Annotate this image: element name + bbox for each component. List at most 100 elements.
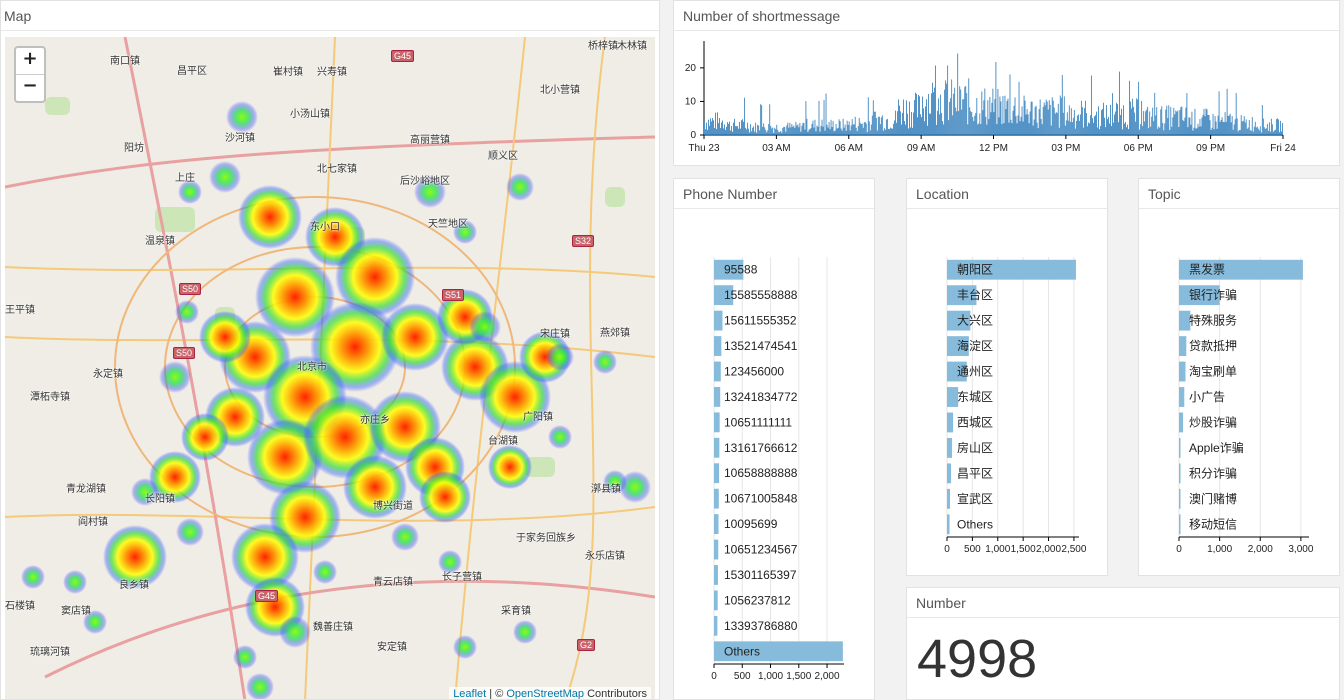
timeline-panel: Number of shortmessage 0 10 20 Thu 23 03 AM 0…: [673, 0, 1340, 166]
timeline-bar: [1064, 125, 1066, 135]
timeline-bar: [1150, 126, 1152, 135]
bar: [947, 412, 954, 433]
timeline-bar: [851, 119, 853, 135]
timeline-bar: [920, 114, 921, 135]
timeline-bar: [1208, 115, 1210, 135]
location-chart[interactable]: 0 500 1,000 1,500 2,000 2,500 朝阳区丰台区大兴区海淀区通州区东…: [907, 209, 1108, 576]
timeline-bar: [967, 124, 969, 135]
timeline-bar: [1117, 104, 1118, 135]
bar: [1179, 361, 1186, 382]
bar-label: 小广告: [1189, 390, 1225, 404]
bar-label: 大兴区: [957, 314, 993, 328]
bar-label: 1056237812: [724, 593, 791, 607]
timeline-bar: [1164, 123, 1166, 135]
timeline-bar: [712, 118, 713, 135]
timeline-bar: [1014, 97, 1016, 135]
timeline-bar: [1022, 121, 1024, 135]
timeline-bar: [1070, 108, 1072, 135]
timeline-bar: [1132, 98, 1134, 135]
timeline-bar: [1059, 95, 1061, 135]
leaflet-link[interactable]: Leaflet: [453, 688, 486, 699]
timeline-bar: [1157, 128, 1159, 135]
timeline-chart[interactable]: 0 10 20 Thu 23 03 AM 06 AM 09 AM 12 PM 03 PM 06 P…: [674, 31, 1340, 166]
timeline-bar: [1244, 122, 1246, 135]
timeline-bar: [1260, 132, 1262, 135]
bar-label: 银行诈骗: [1189, 287, 1237, 302]
timeline-bar: [704, 121, 705, 135]
timeline-bar: [1218, 91, 1220, 135]
timeline-bar: [1277, 119, 1279, 135]
place-label: 长阳镇: [145, 494, 175, 505]
timeline-bar: [1086, 126, 1088, 135]
timeline-bar: [1252, 131, 1254, 135]
timeline-bar: [982, 110, 984, 135]
timeline-bar: [1265, 128, 1267, 135]
heat-spot: [419, 471, 471, 523]
heat-spot: [546, 343, 574, 371]
timeline-bar: [918, 94, 919, 135]
timeline-bar: [835, 124, 837, 135]
timeline-bar: [760, 104, 762, 135]
heatmap-map[interactable]: + − Leaflet | © OpenStreetMap Contributo…: [5, 37, 655, 699]
timeline-bar: [955, 107, 957, 135]
timeline-bar: [844, 124, 846, 135]
timeline-bar: [1153, 121, 1155, 135]
place-label: 长子营镇: [442, 572, 482, 583]
timeline-bar: [1108, 116, 1109, 135]
timeline-bar: [868, 121, 870, 135]
place-label: 天竺地区: [428, 219, 468, 230]
timeline-bar: [899, 105, 900, 135]
timeline-bar: [1154, 92, 1156, 135]
timeline-bar: [757, 124, 759, 135]
timeline-bar: [871, 115, 873, 135]
timeline-bar: [956, 111, 958, 135]
x-tick-label: 09 PM: [1196, 143, 1225, 154]
x-tick-label: 06 AM: [835, 143, 863, 154]
timeline-bar: [734, 118, 735, 135]
timeline-bar: [991, 102, 993, 135]
timeline-bar: [892, 123, 894, 135]
timeline-bar: [1003, 123, 1005, 135]
timeline-bar: [968, 78, 970, 135]
timeline-bar: [1126, 127, 1127, 135]
timeline-bar: [832, 121, 834, 135]
place-label: 上庄: [175, 173, 195, 184]
timeline-bar: [748, 128, 750, 135]
timeline-bar: [722, 120, 723, 135]
timeline-bar: [1027, 114, 1029, 135]
bar: [714, 336, 722, 356]
timeline-bar: [855, 127, 857, 135]
timeline-bar: [829, 129, 831, 135]
timeline-bar: [739, 121, 740, 135]
timeline-bar: [839, 121, 841, 135]
place-label: 良乡镇: [119, 580, 149, 591]
timeline-bar: [1152, 107, 1154, 135]
phone-chart[interactable]: 0 500 1,000 1,500 2,000 95588 15585558888 15611…: [674, 209, 875, 700]
timeline-bar: [901, 124, 902, 135]
place-label: 台湖镇: [488, 436, 518, 447]
timeline-bar: [782, 127, 784, 135]
timeline-bar: [708, 119, 709, 135]
timeline-bar: [1280, 131, 1282, 135]
road: [5, 266, 655, 278]
timeline-bar: [939, 114, 941, 135]
timeline-bar: [893, 120, 895, 135]
timeline-bar: [1091, 75, 1092, 135]
heat-spot: [209, 161, 241, 193]
topic-chart[interactable]: 0 1,000 2,000 3,000 黑发票银行诈骗特殊服务贷款抵押淘宝刷单小广告炒股…: [1139, 209, 1340, 576]
timeline-bar: [898, 99, 899, 135]
timeline-bar: [1200, 126, 1202, 135]
timeline-bar: [1173, 107, 1175, 135]
timeline-bar: [949, 101, 951, 135]
timeline-bar: [906, 100, 907, 135]
phone-panel: Phone Number 0 500 1,000 1,500 2,000 95588 155…: [673, 178, 875, 700]
timeline-bar: [1171, 126, 1173, 135]
timeline-bar: [1231, 115, 1233, 135]
timeline-bar: [915, 92, 916, 135]
timeline-bar: [908, 128, 909, 135]
osm-link[interactable]: OpenStreetMap: [506, 688, 584, 699]
road-shield: S51: [442, 289, 465, 301]
zoom-in-button[interactable]: +: [16, 48, 44, 75]
zoom-out-button[interactable]: −: [16, 75, 44, 101]
timeline-bar: [716, 129, 717, 135]
